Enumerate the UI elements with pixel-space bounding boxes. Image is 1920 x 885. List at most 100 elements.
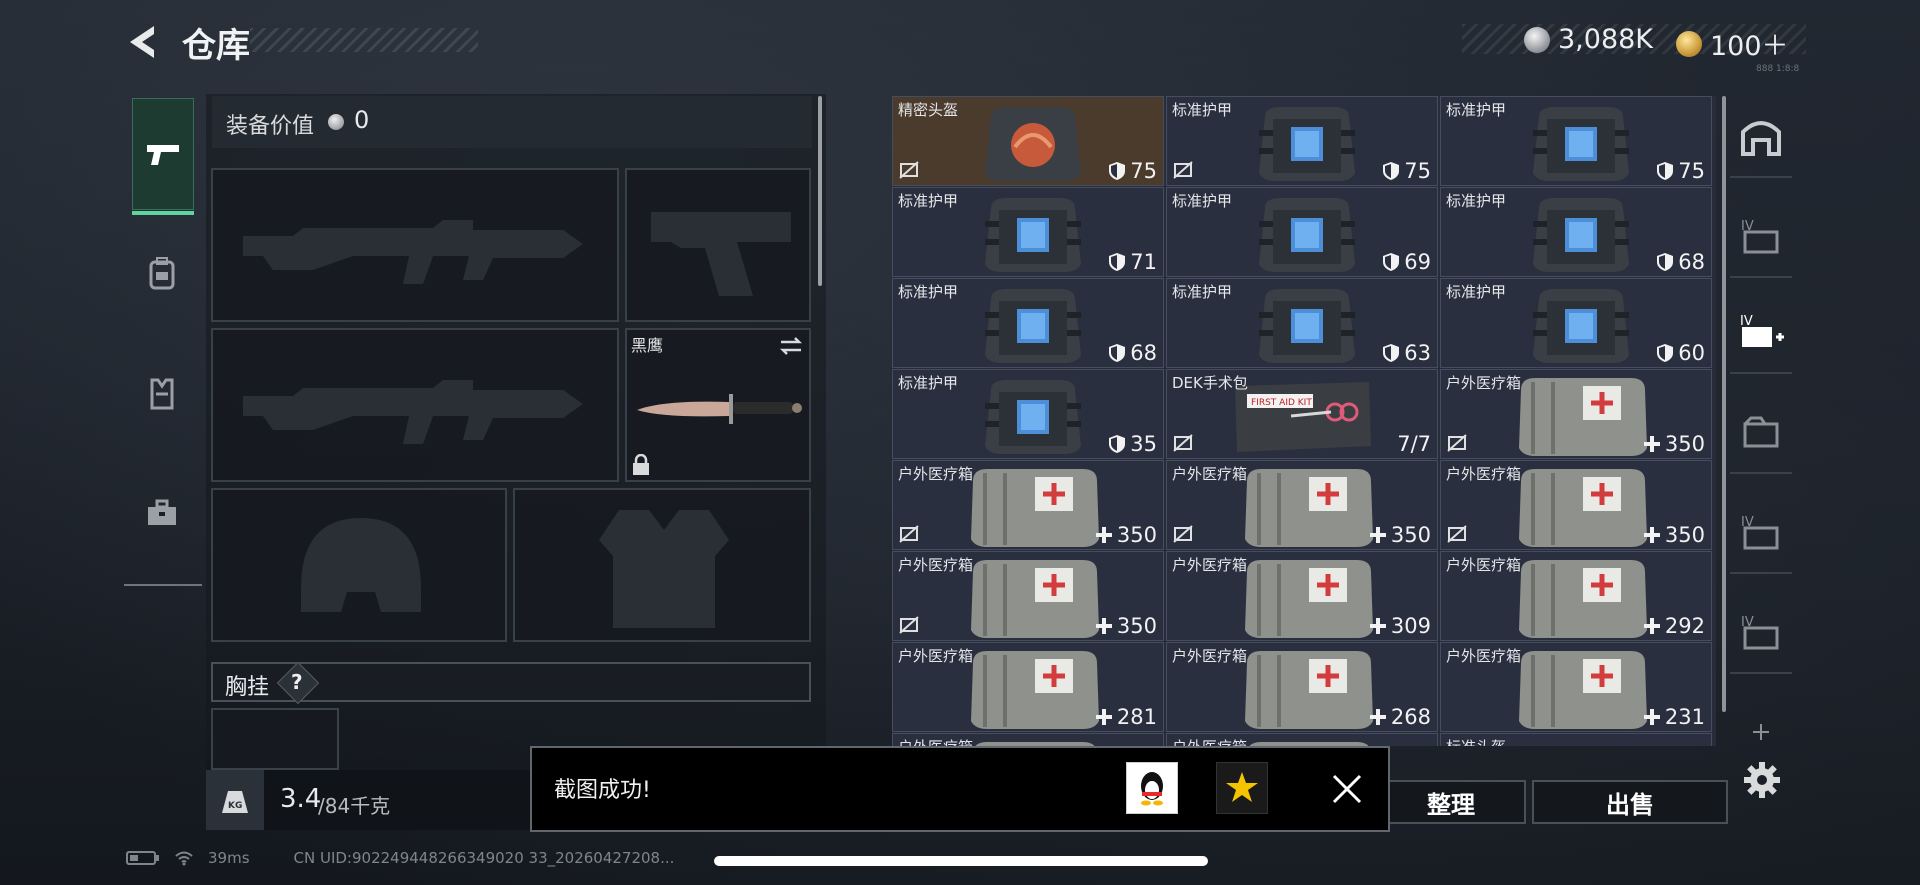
- rifle-silhouette-icon: [243, 380, 583, 444]
- sort-label: 整理: [1427, 790, 1475, 819]
- item-name: 户外医疗箱: [1446, 556, 1522, 574]
- inventory-item[interactable]: 标准护甲 75: [1166, 96, 1438, 186]
- nav-backpack[interactable]: [132, 218, 192, 328]
- back-arrow-icon: [130, 26, 154, 58]
- melee-slot[interactable]: 黑鹰: [625, 328, 811, 482]
- armor-vest-icon: [1259, 107, 1355, 181]
- item-value-text: 350: [1116, 523, 1157, 547]
- sell-button[interactable]: 出售: [1532, 780, 1728, 824]
- swap-icon[interactable]: [777, 334, 805, 358]
- storage-tab-iv-add[interactable]: IV: [1730, 292, 1792, 374]
- knife-icon: [637, 394, 802, 424]
- inventory-item[interactable]: 户外医疗箱 309: [1166, 551, 1438, 641]
- inventory-item[interactable]: 户外医疗箱 281: [892, 642, 1164, 732]
- item-value: 60: [1656, 341, 1705, 365]
- inventory-item[interactable]: 户外医疗箱 350: [1166, 460, 1438, 550]
- armor-durability-icon: [1383, 162, 1400, 180]
- primary-weapon-slot[interactable]: [211, 168, 619, 322]
- equipment-value: 0: [354, 106, 370, 134]
- share-qq-button[interactable]: [1126, 762, 1178, 814]
- storage-tab-4[interactable]: [1730, 392, 1792, 474]
- inventory-item[interactable]: 标准护甲 68: [1440, 187, 1712, 277]
- inventory-item[interactable]: 户外医疗箱 268: [1166, 642, 1438, 732]
- inventory-item[interactable]: 标准护甲 69: [1166, 187, 1438, 277]
- qzone-star-icon: [1226, 772, 1258, 802]
- inventory-item[interactable]: 户外医疗箱 350: [1440, 460, 1712, 550]
- item-value: 268: [1369, 705, 1431, 729]
- item-value-text: 75: [1130, 159, 1157, 183]
- inventory-item[interactable]: 户外医疗箱: [892, 733, 1164, 746]
- storage-tab-iv-2[interactable]: IV: [1730, 492, 1792, 574]
- item-value: 69: [1382, 250, 1431, 274]
- equipment-scrollbar[interactable]: [818, 96, 822, 286]
- inventory-item[interactable]: 标准护甲 71: [892, 187, 1164, 277]
- heal-plus-icon: [1643, 709, 1660, 725]
- item-name: 户外医疗箱: [1446, 647, 1522, 665]
- armor-vest-icon: [1533, 107, 1629, 181]
- storage-tab-iv-3[interactable]: IV: [1730, 592, 1792, 674]
- item-name: 户外医疗箱: [1172, 736, 1247, 746]
- nav-toolbox[interactable]: [132, 458, 192, 568]
- inventory-item[interactable]: 精密头盔 75: [892, 96, 1164, 186]
- armor-durability-icon: [1109, 162, 1126, 180]
- inventory-item[interactable]: 户外医疗箱 350: [892, 551, 1164, 641]
- item-value-text: 292: [1664, 614, 1705, 638]
- no-insurance-icon: [1173, 434, 1193, 452]
- back-button[interactable]: [122, 20, 166, 64]
- sort-button[interactable]: 整理: [1376, 780, 1526, 824]
- storage-tab-main[interactable]: [1730, 96, 1792, 178]
- share-qzone-button[interactable]: [1216, 762, 1268, 814]
- item-name: 户外医疗箱: [1446, 465, 1522, 483]
- settings-button[interactable]: [1742, 760, 1782, 804]
- nav-vest[interactable]: [132, 338, 192, 448]
- inventory-item[interactable]: 标准护甲 75: [1440, 96, 1712, 186]
- item-value-text: 350: [1116, 614, 1157, 638]
- gold-currency[interactable]: 100＋: [1676, 24, 1789, 63]
- chest-rig-header: 胸挂 ?: [211, 661, 811, 705]
- item-name: 标准护甲: [898, 283, 959, 301]
- item-value: 350: [1643, 523, 1705, 547]
- medkit-icon: [975, 742, 1095, 746]
- help-mark: ?: [291, 670, 303, 694]
- lock-icon: [633, 454, 649, 475]
- toast-close-button[interactable]: [1328, 770, 1366, 808]
- inventory-item[interactable]: 标准护甲 63: [1166, 278, 1438, 368]
- inventory-item[interactable]: 标准护甲 68: [892, 278, 1164, 368]
- item-name: 标准护甲: [1172, 192, 1233, 210]
- item-value: 350: [1095, 523, 1157, 547]
- item-name: 标准护甲: [1446, 101, 1507, 119]
- home-indicator[interactable]: [714, 856, 1208, 866]
- item-value-text: 75: [1404, 159, 1431, 183]
- storage-tab-iv-1[interactable]: IV: [1730, 196, 1792, 278]
- secondary-weapon-slot[interactable]: [211, 328, 619, 482]
- inventory-item[interactable]: 标准护甲 35: [892, 369, 1164, 459]
- silver-coin-icon: [328, 114, 344, 130]
- inventory-item[interactable]: 户外医疗箱 292: [1440, 551, 1712, 641]
- item-value: 309: [1369, 614, 1431, 638]
- status-bar: 39ms CN UID:902249448266349020 33_202604…: [126, 846, 674, 870]
- inventory-item[interactable]: FIRST AID KIT DEK手术包 7/7: [1166, 369, 1438, 459]
- chest-rig-slot[interactable]: [211, 708, 339, 770]
- silver-currency[interactable]: 3,088K: [1524, 24, 1653, 55]
- inventory-item[interactable]: 户外医疗箱 350: [892, 460, 1164, 550]
- inventory-item[interactable]: 户外医疗箱: [1166, 733, 1438, 746]
- item-name: 户外医疗箱: [898, 647, 974, 665]
- item-value: 68: [1656, 250, 1705, 274]
- armor-slot[interactable]: [513, 488, 811, 642]
- item-value-text: 268: [1390, 705, 1431, 729]
- inventory-item[interactable]: 标准护甲 60: [1440, 278, 1712, 368]
- nav-weapons[interactable]: [132, 98, 194, 215]
- category-nav: [124, 88, 202, 586]
- svg-text:FIRST AID KIT: FIRST AID KIT: [1251, 398, 1312, 408]
- item-value-text: 75: [1678, 159, 1705, 183]
- helmet-slot[interactable]: [211, 488, 507, 642]
- inventory-scrollbar[interactable]: [1722, 96, 1726, 712]
- item-name: 户外医疗箱: [1172, 465, 1248, 483]
- sidearm-slot[interactable]: [625, 168, 811, 322]
- inventory-item[interactable]: 户外医疗箱 350: [1440, 369, 1712, 459]
- inventory-item[interactable]: 户外医疗箱 231: [1440, 642, 1712, 732]
- inventory-item[interactable]: 标准头盔: [1440, 733, 1712, 746]
- armor-vest-icon: [1259, 289, 1355, 363]
- helmet-silhouette-icon: [301, 518, 421, 612]
- pistol-silhouette-icon: [651, 212, 791, 296]
